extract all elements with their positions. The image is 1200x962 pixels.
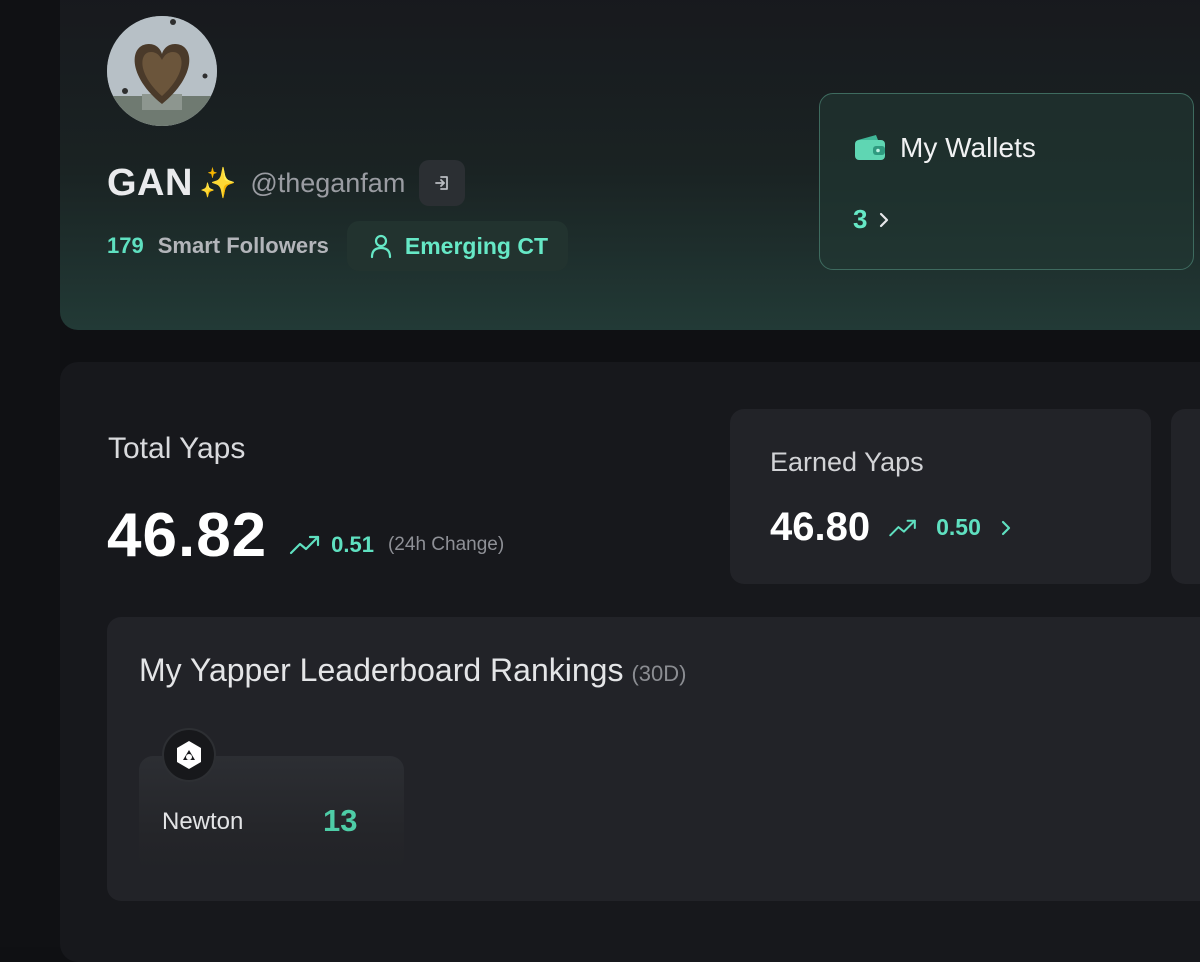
earned-yaps-label: Earned Yaps (770, 447, 924, 477)
total-yaps-label: Total Yaps (108, 432, 246, 465)
chevron-right-icon (880, 212, 889, 227)
sparkle-emoji: ✨ (198, 166, 237, 200)
trend-up-icon (889, 519, 916, 536)
login-arrow-button[interactable] (419, 160, 466, 206)
user-handle[interactable]: @theganfam (250, 168, 405, 199)
newton-logo-icon (162, 728, 216, 782)
total-yaps-change: 0.51 (24h Change) (289, 532, 504, 558)
wallets-count-row[interactable]: 3 (853, 204, 891, 235)
wallet-icon (855, 135, 885, 160)
wallets-card[interactable]: My Wallets 3 (819, 93, 1194, 270)
total-yaps-change-value: 0.51 (331, 532, 374, 557)
next-stat-card[interactable] (1171, 409, 1200, 584)
left-gutter (0, 0, 60, 947)
earned-yaps-value: 46.80 (770, 505, 871, 549)
followers-row: 179 Smart Followers Emerging CT (107, 221, 568, 271)
total-yaps-change-note: (24h Change) (387, 534, 505, 555)
earned-yaps-card[interactable]: Earned Yaps 46.80 0.50 (730, 409, 1151, 584)
total-yaps-row: 46.82 0.51 (24h Change) (107, 500, 504, 571)
leaderboard-title-row: My Yapper Leaderboard Rankings (30D) (139, 652, 686, 689)
profile-name-row: GAN ✨ @theganfam (107, 160, 466, 206)
person-icon (370, 234, 391, 259)
total-yaps-value: 46.82 (107, 501, 268, 570)
tier-badge: Emerging CT (346, 221, 568, 271)
tier-label: Emerging CT (404, 232, 548, 259)
leaderboard-item-name: Newton (162, 808, 244, 835)
avatar[interactable] (107, 16, 217, 126)
leaderboard-period: (30D) (631, 661, 687, 686)
display-name: GAN (107, 161, 193, 204)
wallets-count: 3 (853, 204, 868, 234)
wallets-title-row: My Wallets (854, 132, 1036, 164)
earned-yaps-row: 46.80 0.50 (770, 505, 1013, 550)
smart-followers-label: Smart Followers (157, 233, 329, 258)
smart-followers-count: 179 (107, 233, 144, 258)
chevron-right-icon[interactable] (999, 519, 1013, 537)
leaderboard-title: My Yapper Leaderboard Rankings (139, 652, 624, 688)
login-arrow-icon (435, 176, 449, 190)
trend-up-icon (290, 535, 320, 555)
leaderboard-item-rank: 13 (323, 803, 358, 838)
earned-yaps-change: 0.50 (936, 514, 981, 540)
wallets-title: My Wallets (900, 132, 1036, 163)
